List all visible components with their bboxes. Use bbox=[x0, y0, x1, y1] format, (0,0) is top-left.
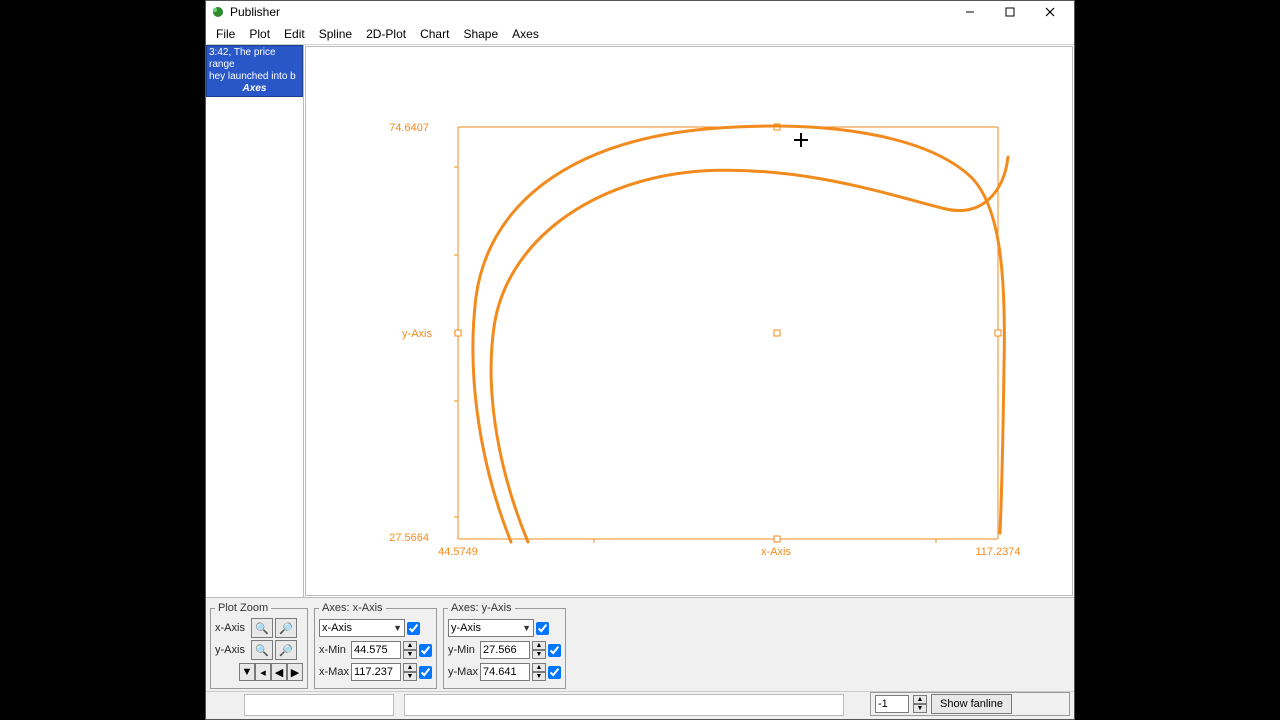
zoom-in-icon: 🔍 bbox=[255, 644, 269, 657]
fanline-step-down[interactable]: ▼ bbox=[913, 704, 927, 713]
panel-axes-x-legend: Axes: x-Axis bbox=[319, 602, 386, 614]
y-min-lock-checkbox[interactable] bbox=[548, 644, 561, 657]
x-axis-enable-checkbox[interactable] bbox=[407, 622, 420, 635]
window-minimize-button[interactable] bbox=[950, 1, 990, 23]
crosshair-cursor bbox=[794, 133, 808, 147]
panel-axes-y-legend: Axes: y-Axis bbox=[448, 602, 515, 614]
y-max-input[interactable] bbox=[480, 663, 530, 681]
y-min-input[interactable] bbox=[480, 641, 530, 659]
zoom-out-icon: 🔎 bbox=[279, 644, 293, 657]
menu-2dplot[interactable]: 2D-Plot bbox=[360, 25, 412, 43]
chevron-down-icon: ▼ bbox=[522, 623, 531, 633]
show-fanline-label: Show fanline bbox=[940, 698, 1003, 710]
x-max-label: x-Max bbox=[319, 666, 349, 678]
sidebar-item-line2: hey launched into b bbox=[209, 71, 300, 83]
app-window: Publisher File Plot Edit Spline 2D-Plot … bbox=[205, 0, 1075, 720]
chevron-down-icon: ▼ bbox=[393, 623, 402, 633]
nav-first-button[interactable]: ◂ bbox=[255, 663, 271, 681]
show-fanline-button[interactable]: Show fanline bbox=[931, 694, 1012, 714]
under-strip: ▲ ▼ Show fanline bbox=[206, 691, 1074, 719]
y-min-label: y-Min bbox=[448, 644, 478, 656]
x-axis-select[interactable]: x-Axis ▼ bbox=[319, 619, 405, 637]
menu-axes[interactable]: Axes bbox=[506, 25, 545, 43]
x-axis-label: x-Axis bbox=[761, 546, 791, 558]
window-title: Publisher bbox=[230, 5, 280, 19]
zoom-out-icon: 🔎 bbox=[279, 622, 293, 635]
y-axis-select[interactable]: y-Axis ▼ bbox=[448, 619, 534, 637]
y-min-step-up[interactable]: ▲ bbox=[532, 641, 546, 650]
x-min-lock-checkbox[interactable] bbox=[419, 644, 432, 657]
window-maximize-button[interactable] bbox=[990, 1, 1030, 23]
menu-shape[interactable]: Shape bbox=[457, 25, 504, 43]
nav-dropdown-button[interactable]: ▼ bbox=[239, 663, 255, 681]
y-max-label: 74.6407 bbox=[389, 122, 429, 134]
panel-axes-x: Axes: x-Axis x-Axis ▼ x-Min ▲ ▼ x-Max bbox=[314, 602, 437, 689]
x-axis-select-value: x-Axis bbox=[322, 622, 352, 634]
x-min-label: 44.5749 bbox=[438, 546, 478, 558]
nav-next-button[interactable]: ▶ bbox=[287, 663, 303, 681]
sidebar-item-axes[interactable]: 3:42, The price range hey launched into … bbox=[206, 45, 303, 97]
y-min-step-down[interactable]: ▼ bbox=[532, 650, 546, 659]
x-min-step-down[interactable]: ▼ bbox=[403, 650, 417, 659]
sidebar-item-line1: 3:42, The price range bbox=[209, 47, 300, 71]
menu-plot[interactable]: Plot bbox=[243, 25, 276, 43]
app-icon bbox=[210, 4, 226, 20]
window-close-button[interactable] bbox=[1030, 1, 1070, 23]
zoom-x-label: x-Axis bbox=[215, 622, 249, 634]
triangle-left-icon: ◂ bbox=[260, 666, 266, 679]
x-min-input[interactable] bbox=[351, 641, 401, 659]
panel-plot-zoom: Plot Zoom x-Axis 🔍 🔎 y-Axis 🔍 🔎 ▼ ◂ ◀ ▶ bbox=[210, 602, 308, 689]
zoom-in-y-button[interactable]: 🔍 bbox=[251, 640, 273, 660]
x-max-step-down[interactable]: ▼ bbox=[403, 672, 417, 681]
chevron-left-icon: ◀ bbox=[275, 666, 283, 679]
zoom-out-y-button[interactable]: 🔎 bbox=[275, 640, 297, 660]
y-min-label: 27.5664 bbox=[389, 532, 429, 544]
plot-canvas[interactable]: 74.6407 27.5664 y-Axis 44.5749 117.2374 … bbox=[305, 46, 1073, 596]
plot-svg: 74.6407 27.5664 y-Axis 44.5749 117.2374 … bbox=[306, 47, 1073, 585]
zoom-in-x-button[interactable]: 🔍 bbox=[251, 618, 273, 638]
menu-spline[interactable]: Spline bbox=[313, 25, 358, 43]
y-max-step-up[interactable]: ▲ bbox=[532, 663, 546, 672]
x-max-step-up[interactable]: ▲ bbox=[403, 663, 417, 672]
menu-edit[interactable]: Edit bbox=[278, 25, 311, 43]
x-max-label: 117.2374 bbox=[975, 546, 1020, 558]
zoom-y-label: y-Axis bbox=[215, 644, 249, 656]
sidebar: 3:42, The price range hey launched into … bbox=[206, 45, 304, 597]
under-mid-box bbox=[404, 694, 844, 716]
sidebar-item-line3: Axes bbox=[209, 83, 300, 95]
y-axis-label: y-Axis bbox=[402, 328, 432, 340]
chevron-right-icon: ▶ bbox=[291, 666, 299, 679]
y-max-label: y-Max bbox=[448, 666, 478, 678]
x-min-label: x-Min bbox=[319, 644, 349, 656]
x-min-step-up[interactable]: ▲ bbox=[403, 641, 417, 650]
x-max-input[interactable] bbox=[351, 663, 401, 681]
zoom-out-x-button[interactable]: 🔎 bbox=[275, 618, 297, 638]
y-axis-enable-checkbox[interactable] bbox=[536, 622, 549, 635]
nav-prev-button[interactable]: ◀ bbox=[271, 663, 287, 681]
y-max-step-down[interactable]: ▼ bbox=[532, 672, 546, 681]
body-area: 3:42, The price range hey launched into … bbox=[206, 45, 1074, 597]
chevron-down-icon: ▼ bbox=[242, 666, 253, 678]
menu-file[interactable]: File bbox=[210, 25, 241, 43]
panel-plot-zoom-legend: Plot Zoom bbox=[215, 602, 271, 614]
y-axis-select-value: y-Axis bbox=[451, 622, 481, 634]
fanline-step-up[interactable]: ▲ bbox=[913, 695, 927, 704]
titlebar: Publisher bbox=[206, 1, 1074, 23]
under-left-box bbox=[244, 694, 394, 716]
panel-axes-y: Axes: y-Axis y-Axis ▼ y-Min ▲ ▼ y-Max bbox=[443, 602, 566, 689]
menu-chart[interactable]: Chart bbox=[414, 25, 455, 43]
y-max-lock-checkbox[interactable] bbox=[548, 666, 561, 679]
menubar: File Plot Edit Spline 2D-Plot Chart Shap… bbox=[206, 23, 1074, 45]
zoom-in-icon: 🔍 bbox=[255, 622, 269, 635]
bottom-panels: Plot Zoom x-Axis 🔍 🔎 y-Axis 🔍 🔎 ▼ ◂ ◀ ▶ bbox=[206, 597, 1074, 691]
fanline-value-input[interactable] bbox=[875, 695, 909, 713]
x-max-lock-checkbox[interactable] bbox=[419, 666, 432, 679]
